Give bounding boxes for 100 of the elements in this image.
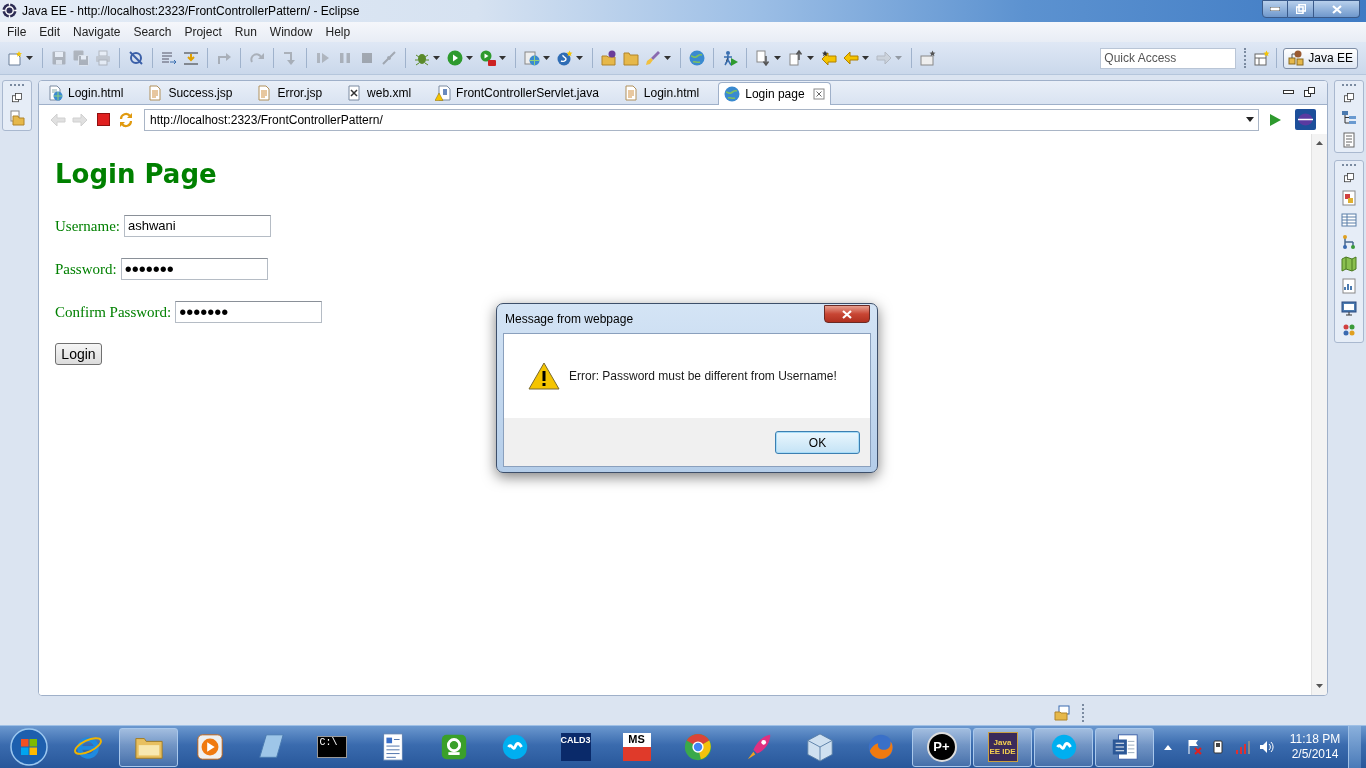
file-warning-icon[interactable]: [435, 84, 452, 101]
editor-tab[interactable]: Login.html: [617, 81, 719, 104]
refresh-icon[interactable]: [118, 111, 134, 128]
folder-window-icon[interactable]: [1054, 704, 1070, 721]
show-desktop-button[interactable]: [1348, 726, 1361, 768]
map-icon[interactable]: [1341, 256, 1357, 272]
speaker-icon[interactable]: [1259, 739, 1275, 755]
folder-ball-icon[interactable]: [601, 50, 617, 66]
close-button[interactable]: [824, 305, 870, 323]
vertical-scrollbar[interactable]: [1311, 134, 1327, 695]
play-icon[interactable]: [447, 50, 463, 66]
picture-page-icon[interactable]: [1341, 190, 1357, 206]
menu-item[interactable]: Project: [184, 23, 222, 41]
table-icon[interactable]: [1341, 212, 1357, 228]
caret-icon[interactable]: [466, 56, 473, 60]
app-logo: C:\: [316, 736, 347, 758]
caret-icon[interactable]: [433, 56, 440, 60]
quick-access-field[interactable]: Quick Access: [1100, 47, 1237, 69]
caret-icon[interactable]: [807, 56, 814, 60]
down-arrow-icon[interactable]: [1316, 684, 1323, 688]
menu-item[interactable]: Navigate: [73, 23, 121, 41]
close-button[interactable]: [1314, 0, 1360, 18]
play-toolbox-icon[interactable]: [480, 50, 496, 66]
tray-star-icon[interactable]: [920, 50, 936, 66]
sphere-tile-icon[interactable]: [1295, 109, 1316, 130]
login-button[interactable]: Login: [55, 343, 102, 365]
menu-item[interactable]: Search: [133, 23, 172, 41]
ok-button[interactable]: OK: [775, 431, 860, 454]
star-arrow-icon[interactable]: [821, 50, 837, 66]
maximize-button[interactable]: [1288, 0, 1314, 18]
html-file-icon[interactable]: [47, 84, 63, 101]
globe-icon[interactable]: [689, 50, 705, 66]
page-arrow-up-icon[interactable]: [788, 50, 804, 66]
minimize-icon[interactable]: [1283, 90, 1294, 94]
editor-tab[interactable]: Success.jsp: [142, 81, 252, 104]
start-button[interactable]: [9, 728, 48, 766]
document-lines-icon[interactable]: [1341, 132, 1357, 148]
close-icon[interactable]: [812, 88, 825, 100]
menu-item[interactable]: Edit: [39, 23, 61, 41]
folders-icon[interactable]: [9, 110, 25, 126]
taskbar-button[interactable]: [1095, 727, 1154, 767]
caret-icon[interactable]: [576, 56, 583, 60]
restore-icon[interactable]: [1343, 172, 1355, 184]
tree-icon[interactable]: [1341, 110, 1357, 126]
slashed-circle-icon[interactable]: [128, 50, 144, 66]
cube-icon[interactable]: [804, 732, 835, 762]
field-label: Password:: [55, 259, 117, 279]
app-logo: CALD3: [560, 733, 591, 761]
editor-tab[interactable]: web.xml: [341, 81, 431, 104]
editor-tab[interactable]: Login.html: [42, 81, 143, 104]
clock-date: 2/5/2014: [1291, 747, 1339, 762]
segmented-circle-icon[interactable]: [682, 732, 713, 762]
editor-tab[interactable]: Error.jsp: [251, 81, 342, 104]
go-arrow-icon[interactable]: [1269, 113, 1281, 126]
restore-icon[interactable]: [1343, 92, 1355, 104]
arrows-lines-icon[interactable]: [183, 50, 199, 66]
boxes-icon[interactable]: [1288, 50, 1305, 66]
play-tile-icon[interactable]: [194, 732, 225, 762]
password-field[interactable]: •••••••: [175, 301, 323, 323]
editor-tab[interactable]: FrontControllerServlet.java: [430, 81, 618, 104]
taskbar-button[interactable]: [119, 727, 178, 767]
chart-page-icon[interactable]: [1341, 278, 1357, 294]
perspective-button[interactable]: Java EE: [1283, 47, 1358, 69]
globe-icon[interactable]: [724, 86, 741, 102]
restore-icon[interactable]: [11, 92, 23, 104]
caret-icon[interactable]: [26, 56, 33, 60]
caret-icon[interactable]: [1246, 117, 1254, 122]
palette-icon[interactable]: [1341, 322, 1357, 338]
taskbar-button[interactable]: MS: [607, 727, 666, 767]
restore-icon[interactable]: [1304, 87, 1315, 97]
taskbar-button[interactable]: CALD3: [546, 727, 605, 767]
page-arrow-down-icon[interactable]: [755, 50, 771, 66]
menu-item[interactable]: Window: [269, 23, 313, 41]
caret-icon[interactable]: [543, 56, 550, 60]
up-arrow-icon[interactable]: [1316, 141, 1323, 145]
text-field[interactable]: ashwani: [124, 215, 271, 237]
branch-icon[interactable]: [1341, 234, 1357, 250]
password-field[interactable]: •••••••: [120, 258, 268, 280]
caret-icon[interactable]: [664, 56, 671, 60]
menu-item[interactable]: Run: [234, 23, 257, 41]
caret-icon[interactable]: [862, 56, 869, 60]
caret-icon[interactable]: [774, 56, 781, 60]
taskbar-button[interactable]: P+: [912, 727, 971, 767]
lines-arrow-icon[interactable]: [161, 50, 177, 66]
editor-tab[interactable]: Login page: [718, 82, 831, 105]
minimize-button[interactable]: [1262, 0, 1288, 18]
device-icon[interactable]: [1210, 739, 1226, 755]
app-logo: Java EE IDE: [987, 732, 1018, 762]
figure-arrow-icon[interactable]: [722, 50, 738, 66]
xml-file-icon[interactable]: [346, 84, 363, 101]
window-star-icon[interactable]: [1254, 50, 1271, 66]
menu-item[interactable]: Help: [325, 23, 351, 41]
url-field[interactable]: http://localhost:2323/FrontControllerPattern/: [144, 108, 1259, 131]
monitor-icon[interactable]: [1341, 300, 1357, 316]
taskbar-button[interactable]: Java EE IDE: [973, 727, 1032, 767]
flag-x-icon[interactable]: [1186, 739, 1202, 755]
taskbar-button[interactable]: [1034, 727, 1093, 767]
menu-item[interactable]: File: [7, 23, 27, 41]
caret-icon[interactable]: [499, 56, 506, 60]
taskbar-button[interactable]: C:\: [302, 727, 361, 767]
